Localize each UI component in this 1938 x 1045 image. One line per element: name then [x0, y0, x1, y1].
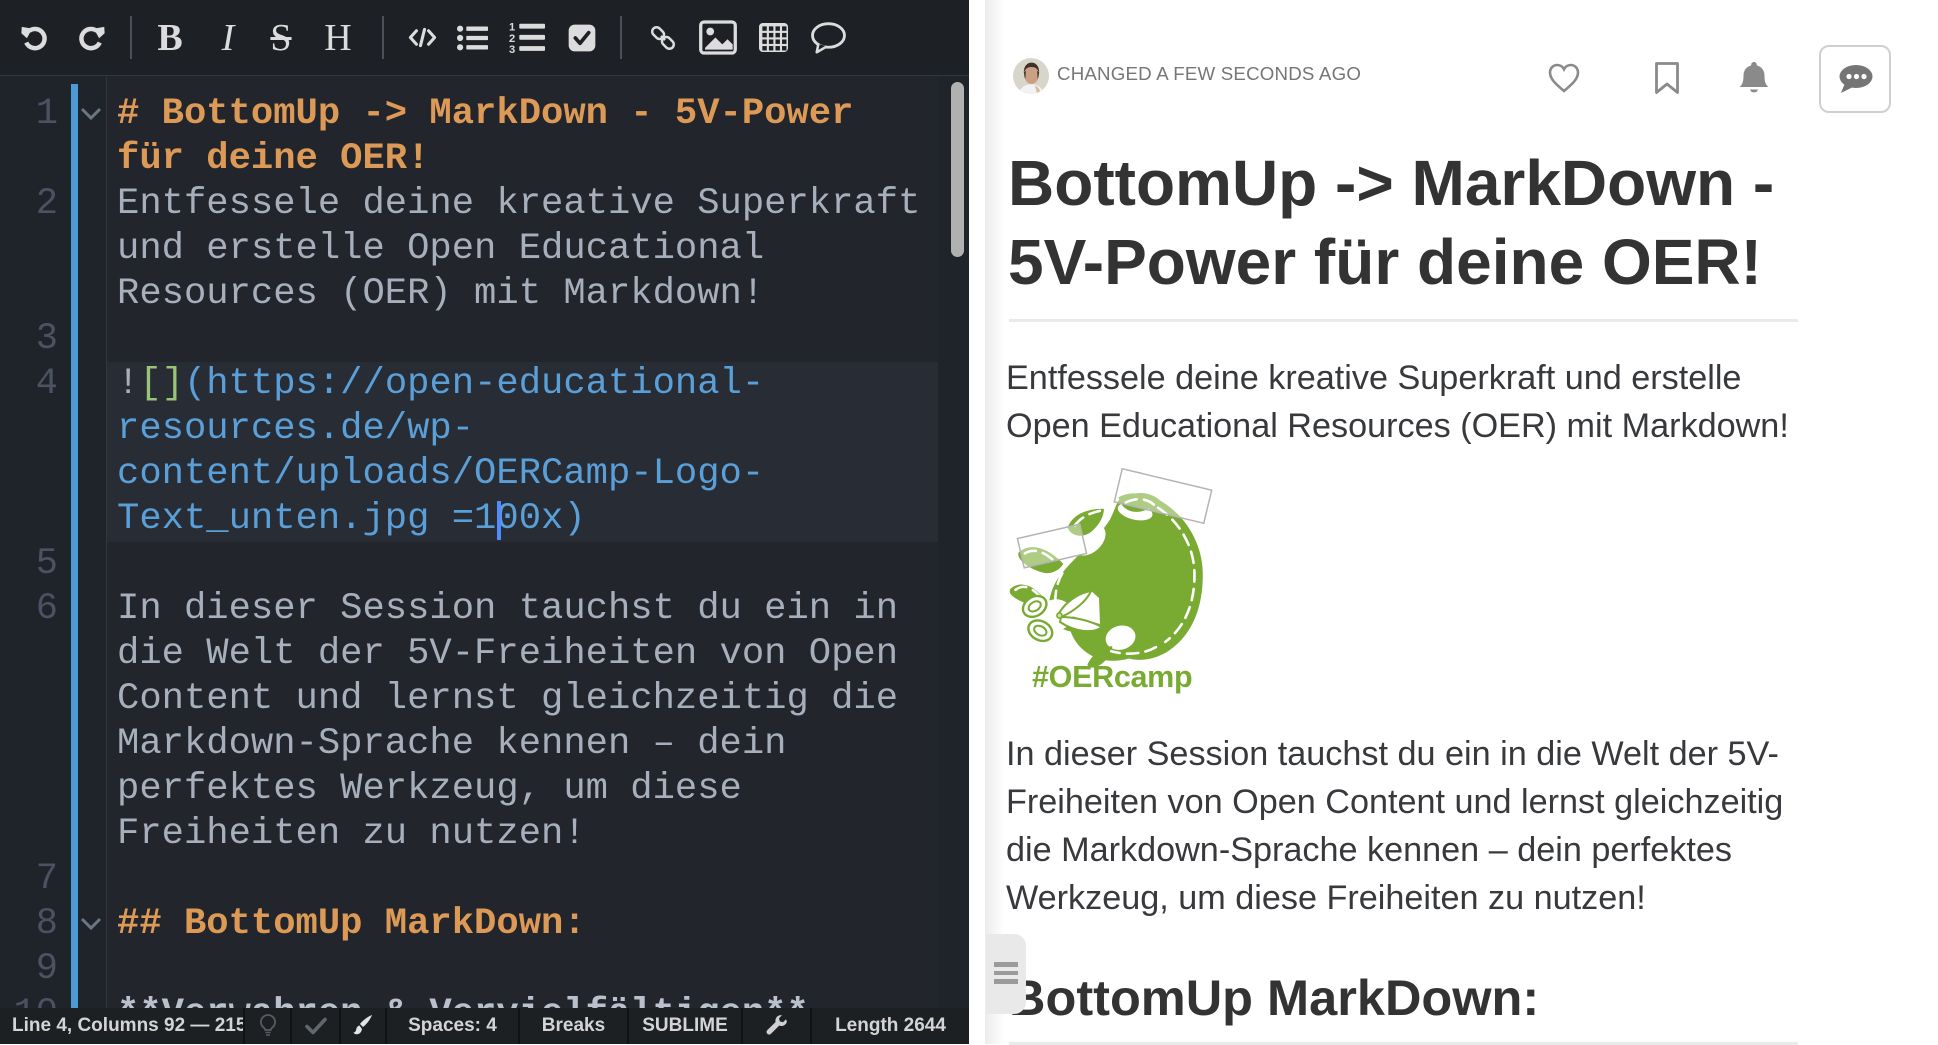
- svg-text:3: 3: [509, 44, 515, 54]
- svg-text:1: 1: [509, 22, 515, 34]
- svg-text:2: 2: [509, 33, 515, 45]
